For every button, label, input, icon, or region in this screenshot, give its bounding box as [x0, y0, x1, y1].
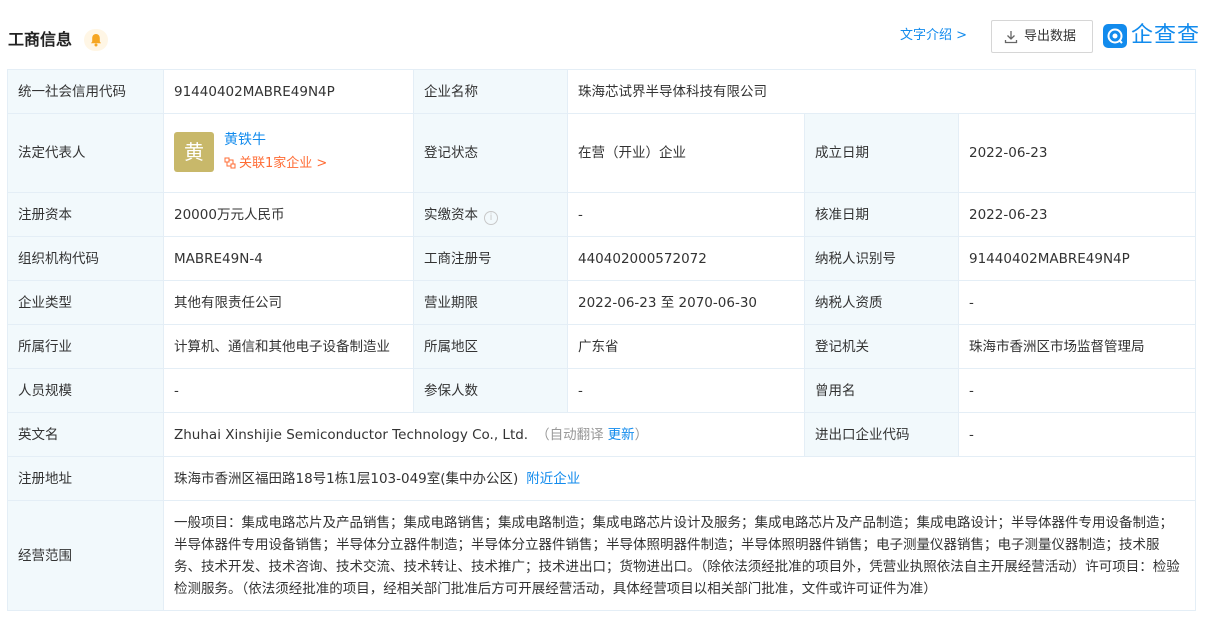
label-company-type: 企业类型 [7, 280, 164, 325]
value-credit-code: 91440402MABRE49N4P [163, 69, 414, 114]
label-insured: 参保人数 [413, 368, 568, 413]
value-reg-status: 在营（开业）企业 [567, 113, 805, 193]
label-taxpayer-qual: 纳税人资质 [804, 280, 959, 325]
table-row: 注册资本 20000万元人民币 实缴资本 i - 核准日期 2022-06-23 [7, 192, 1196, 237]
value-import-export: - [958, 412, 1196, 457]
logo-mark-icon [1103, 24, 1127, 48]
value-legal-rep: 黄 黄铁牛 关联1家企业 > [163, 113, 414, 193]
related-companies-label: 关联1家企业 > [239, 156, 328, 171]
value-business-term: 2022-06-23 至 2070-06-30 [567, 280, 805, 325]
section-title: 工商信息 [8, 30, 73, 49]
value-company-name: 珠海芯试界半导体科技有限公司 [567, 69, 1196, 114]
table-row: 法定代表人 黄 黄铁牛 关联1家企业 > 登记状态 在营（开业）企业 成立日期 … [7, 113, 1196, 193]
auto-translate-open: （自动翻译 [536, 426, 604, 443]
label-org-code: 组织机构代码 [7, 236, 164, 281]
value-taxpayer-qual: - [958, 280, 1196, 325]
label-company-name: 企业名称 [413, 69, 568, 114]
label-found-date: 成立日期 [804, 113, 959, 193]
value-paid-capital: - [567, 192, 805, 237]
label-legal-rep: 法定代表人 [7, 113, 164, 193]
table-row: 人员规模 - 参保人数 - 曾用名 - [7, 368, 1196, 413]
label-industry: 所属行业 [7, 324, 164, 369]
table-row: 英文名 Zhuhai Xinshijie Semiconductor Techn… [7, 412, 1196, 457]
export-data-button[interactable]: 导出数据 [991, 20, 1093, 53]
export-data-label: 导出数据 [1024, 29, 1077, 44]
value-taxpayer-id: 91440402MABRE49N4P [958, 236, 1196, 281]
business-info-table: 统一社会信用代码 91440402MABRE49N4P 企业名称 珠海芯试界半导… [7, 69, 1196, 611]
label-former-name: 曾用名 [804, 368, 959, 413]
value-staff-size: - [163, 368, 414, 413]
label-reg-capital: 注册资本 [7, 192, 164, 237]
info-icon[interactable]: i [484, 210, 498, 225]
table-row: 组织机构代码 MABRE49N-4 工商注册号 440402000572072 … [7, 236, 1196, 281]
label-address: 注册地址 [7, 456, 164, 501]
label-credit-code: 统一社会信用代码 [7, 69, 164, 114]
table-row: 经营范围 一般项目：集成电路芯片及产品销售；集成电路销售；集成电路制造；集成电路… [7, 500, 1196, 611]
label-staff-size: 人员规模 [7, 368, 164, 413]
value-reg-authority: 珠海市香洲区市场监督管理局 [958, 324, 1196, 369]
value-found-date: 2022-06-23 [958, 113, 1196, 193]
table-row: 企业类型 其他有限责任公司 营业期限 2022-06-23 至 2070-06-… [7, 280, 1196, 325]
text-intro-link[interactable]: 文字介绍 > [900, 27, 967, 45]
value-scope: 一般项目：集成电路芯片及产品销售；集成电路销售；集成电路制造；集成电路芯片设计及… [163, 500, 1196, 611]
table-row: 统一社会信用代码 91440402MABRE49N4P 企业名称 珠海芯试界半导… [7, 69, 1196, 114]
value-address: 珠海市香洲区福田路18号1栋1层103-049室(集中办公区) [174, 470, 519, 487]
label-reg-number: 工商注册号 [413, 236, 568, 281]
value-former-name: - [958, 368, 1196, 413]
download-icon [1004, 31, 1018, 44]
value-insured: - [567, 368, 805, 413]
table-row: 所属行业 计算机、通信和其他电子设备制造业 所属地区 广东省 登记机关 珠海市香… [7, 324, 1196, 369]
label-scope: 经营范围 [7, 500, 164, 611]
legal-rep-name-link[interactable]: 黄铁牛 [224, 130, 266, 150]
value-reg-number: 440402000572072 [567, 236, 805, 281]
value-address-cell: 珠海市香洲区福田路18号1栋1层103-049室(集中办公区) 附近企业 [163, 456, 1196, 501]
translate-update-link[interactable]: 更新 [608, 427, 635, 443]
label-paid-capital-cell: 实缴资本 i [413, 192, 568, 237]
label-paid-capital: 实缴资本 [424, 206, 478, 223]
label-taxpayer-id: 纳税人识别号 [804, 236, 959, 281]
label-import-export: 进出口企业代码 [804, 412, 959, 457]
value-org-code: MABRE49N-4 [163, 236, 414, 281]
auto-translate-close: ） [634, 426, 649, 443]
value-english-name: Zhuhai Xinshijie Semiconductor Technolog… [174, 426, 529, 443]
label-business-term: 营业期限 [413, 280, 568, 325]
relation-icon [224, 157, 236, 169]
value-region: 广东省 [567, 324, 805, 369]
section-header: 工商信息 文字介绍 > 导出数据 企查查 [0, 0, 1205, 70]
logo-text: 企查查 [1131, 23, 1201, 48]
label-region: 所属地区 [413, 324, 568, 369]
value-industry: 计算机、通信和其他电子设备制造业 [163, 324, 414, 369]
value-english-name-cell: Zhuhai Xinshijie Semiconductor Technolog… [163, 412, 805, 457]
avatar[interactable]: 黄 [174, 132, 214, 172]
value-approve-date: 2022-06-23 [958, 192, 1196, 237]
label-approve-date: 核准日期 [804, 192, 959, 237]
value-company-type: 其他有限责任公司 [163, 280, 414, 325]
label-english-name: 英文名 [7, 412, 164, 457]
label-reg-authority: 登记机关 [804, 324, 959, 369]
nearby-companies-link[interactable]: 附近企业 [526, 471, 580, 487]
label-reg-status: 登记状态 [413, 113, 568, 193]
related-companies-link[interactable]: 关联1家企业 > [224, 154, 327, 174]
table-row: 注册地址 珠海市香洲区福田路18号1栋1层103-049室(集中办公区) 附近企业 [7, 456, 1196, 501]
value-reg-capital: 20000万元人民币 [163, 192, 414, 237]
bell-icon[interactable] [84, 29, 108, 51]
